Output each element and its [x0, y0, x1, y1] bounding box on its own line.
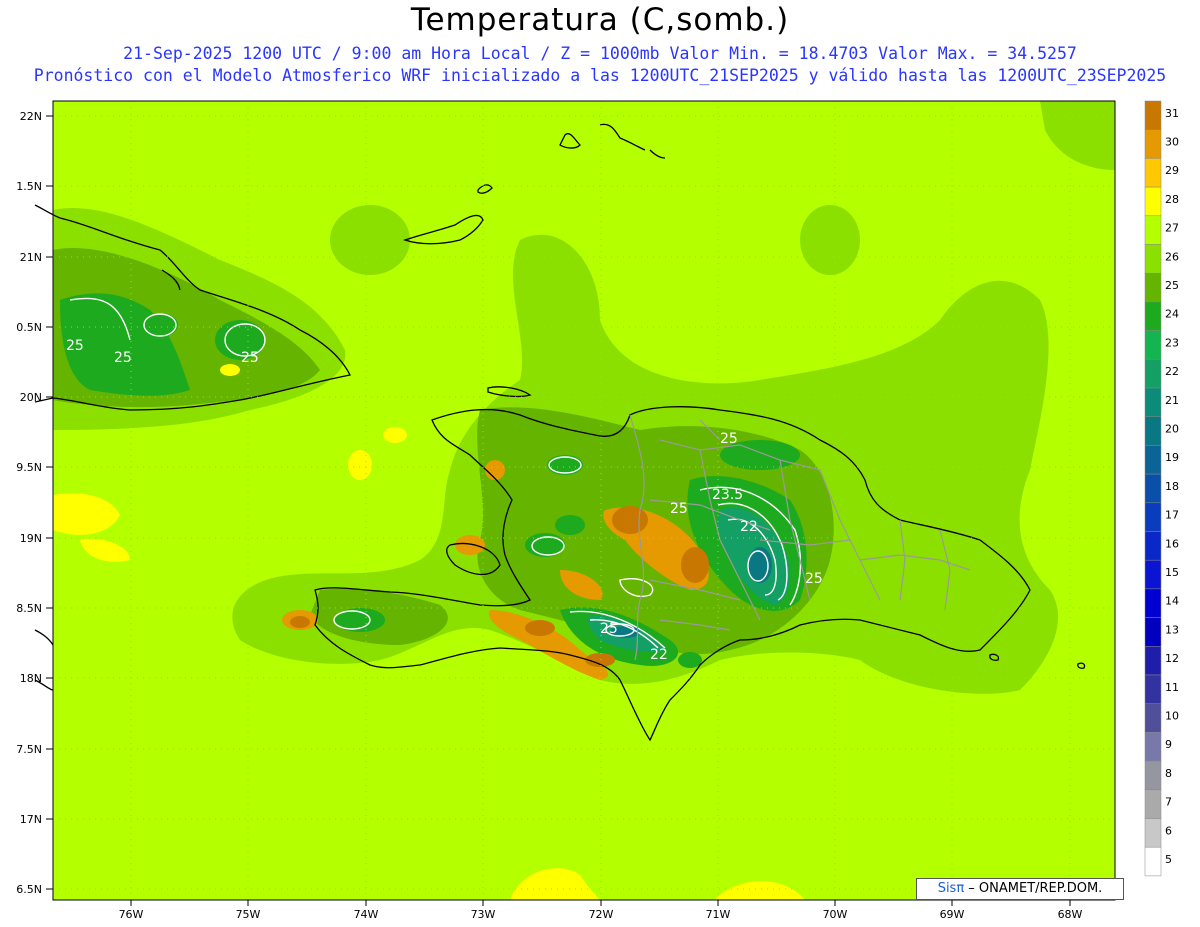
contour-label: 22 — [650, 647, 668, 663]
lon-axis: 76W 75W 74W 73W 72W 71W 70W 69W 68W — [119, 908, 1083, 921]
legend-label: 6 — [1165, 824, 1172, 837]
legend-label: 21 — [1165, 394, 1179, 407]
contour-label: 22 — [740, 519, 758, 535]
legend-swatch — [1144, 100, 1162, 130]
contour-label: 25 — [66, 338, 84, 354]
legend-swatch — [1144, 531, 1162, 561]
legend-swatch — [1144, 445, 1162, 475]
contour-label: 25 — [720, 431, 738, 447]
legend-swatch — [1144, 473, 1162, 504]
legend-label: 13 — [1165, 623, 1179, 636]
lon-label: 74W — [354, 908, 379, 921]
legend-swatch — [1144, 301, 1162, 331]
lon-label: 73W — [471, 908, 496, 921]
legend-swatch — [1144, 272, 1162, 303]
lat-label: 21N — [20, 251, 42, 264]
legend-swatch — [1144, 846, 1162, 877]
legend-swatch — [1144, 732, 1162, 762]
legend-swatch — [1144, 416, 1162, 446]
lon-label: 72W — [589, 908, 614, 921]
lat-axis: 22N 1.5N 21N 0.5N 20N 9.5N 19N 8.5N 18N … — [16, 110, 42, 896]
lon-label: 71W — [706, 908, 731, 921]
legend-label: 20 — [1165, 422, 1179, 435]
contour-label: 23.5 — [712, 487, 743, 503]
credit-text: – ONAMET/REP.DOM. — [964, 881, 1103, 896]
legend-label: 31 — [1165, 107, 1179, 120]
credit-box: Sisπ – ONAMET/REP.DOM. — [916, 878, 1124, 900]
legend-swatch — [1144, 186, 1162, 217]
legend-label: 19 — [1165, 451, 1179, 464]
legend-swatch — [1144, 559, 1162, 590]
legend-label: 9 — [1165, 738, 1172, 751]
lon-ticks — [130, 900, 1071, 906]
legend-swatch — [1144, 760, 1162, 791]
sis-logo: Sisπ — [937, 881, 965, 896]
legend-label: 5 — [1165, 853, 1172, 866]
lat-label: 19N — [20, 532, 42, 545]
lon-label: 76W — [119, 908, 144, 921]
lon-label: 69W — [940, 908, 965, 921]
legend-label: 11 — [1165, 681, 1179, 694]
legend-label: 28 — [1165, 193, 1179, 206]
legend-label: 22 — [1165, 365, 1179, 378]
legend-label: 12 — [1165, 652, 1179, 665]
color-legend: 31 30 29 28 27 26 25 24 23 22 21 20 19 18 17 16 15 14 13 12… — [1144, 100, 1179, 877]
legend-swatch — [1144, 818, 1162, 848]
lon-label: 75W — [236, 908, 261, 921]
legend-swatch — [1144, 330, 1162, 360]
legend-label: 8 — [1165, 767, 1172, 780]
legend-swatch — [1144, 215, 1162, 245]
legend-swatch — [1144, 244, 1162, 274]
legend-label: 29 — [1165, 164, 1179, 177]
legend-label: 17 — [1165, 509, 1179, 522]
legend-label: 14 — [1165, 595, 1179, 608]
lat-label: 9.5N — [16, 461, 42, 474]
legend-label: 7 — [1165, 796, 1172, 809]
legend-swatch — [1144, 617, 1162, 647]
contour-label: 25 — [670, 501, 688, 517]
contour-label: 25 — [114, 350, 132, 366]
legend-label: 16 — [1165, 537, 1179, 550]
legend-swatch — [1144, 129, 1162, 159]
legend-swatch — [1144, 703, 1162, 733]
contour-label: 25 — [805, 571, 823, 587]
legend-swatch — [1144, 359, 1162, 389]
contour-label: 25 — [241, 350, 259, 366]
legend-label: 10 — [1165, 709, 1179, 722]
lat-label: 17N — [20, 813, 42, 826]
legend-swatch — [1144, 646, 1162, 676]
temperature-map: 25 25 25 25 25 25 23.5 22 25 22 22N 1.5N… — [16, 100, 1179, 921]
legend-label: 18 — [1165, 480, 1179, 493]
lat-label: 7.5N — [16, 743, 42, 756]
legend-label: 26 — [1165, 250, 1179, 263]
legend-label: 30 — [1165, 135, 1179, 148]
lon-label: 68W — [1058, 908, 1083, 921]
legend-swatch — [1144, 158, 1162, 188]
lat-label: 18N — [20, 672, 42, 685]
legend-label: 24 — [1165, 308, 1179, 321]
lon-label: 70W — [823, 908, 848, 921]
legend-swatch — [1144, 387, 1162, 417]
legend-swatch — [1144, 674, 1162, 704]
legend-label: 27 — [1165, 222, 1179, 235]
lat-ticks — [46, 115, 53, 890]
legend-label: 25 — [1165, 279, 1179, 292]
lat-label: 8.5N — [16, 602, 42, 615]
lat-label: 1.5N — [16, 180, 42, 193]
legend-label: 15 — [1165, 566, 1179, 579]
legend-label: 23 — [1165, 336, 1179, 349]
lat-label: 22N — [20, 110, 42, 123]
legend-swatch — [1144, 588, 1162, 618]
lat-label: 20N — [20, 391, 42, 404]
lat-label: 6.5N — [16, 883, 42, 896]
legend-swatch — [1144, 789, 1162, 819]
contour-label: 25 — [600, 621, 618, 637]
lat-label: 0.5N — [16, 321, 42, 334]
legend-swatch — [1144, 502, 1162, 532]
